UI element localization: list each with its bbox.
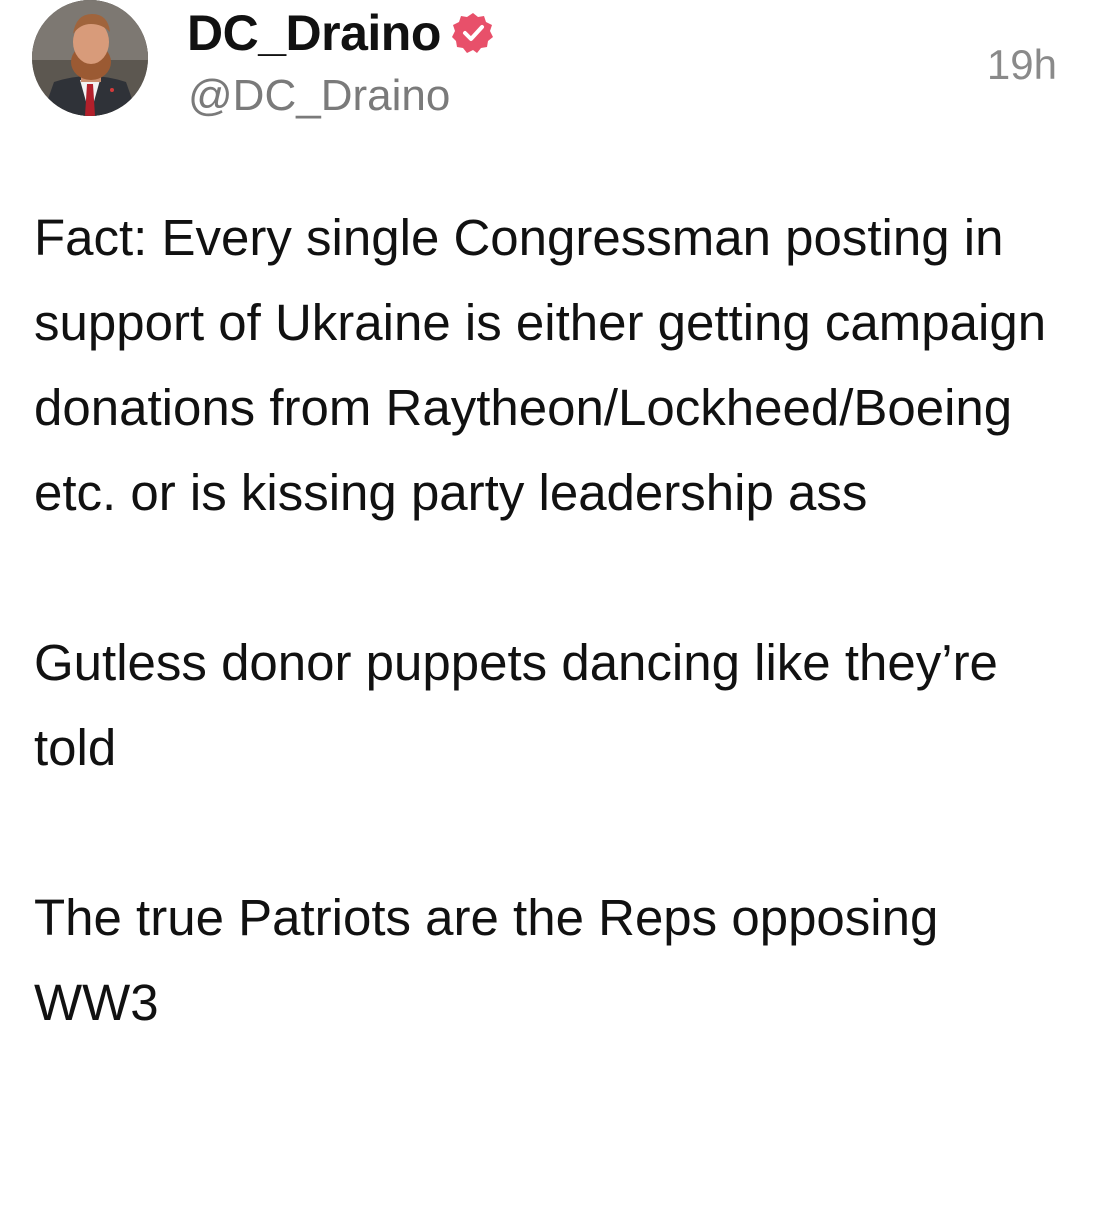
avatar-photo xyxy=(32,0,148,116)
post-paragraph: Fact: Every single Congressman posting i… xyxy=(34,209,1047,521)
post-body: Fact: Every single Congressman posting i… xyxy=(34,195,1074,1045)
author-name-row: DC_Draino xyxy=(187,2,495,64)
post-paragraph: The true Patriots are the Reps opposing … xyxy=(34,889,939,1031)
verified-badge-icon xyxy=(451,11,495,55)
display-name[interactable]: DC_Draino xyxy=(187,8,441,58)
post-card: DC_Draino @DC_Draino 19h Fact: Every sin… xyxy=(0,0,1107,1223)
post-timestamp[interactable]: 19h xyxy=(987,44,1057,86)
post-paragraph: Gutless donor puppets dancing like they’… xyxy=(34,634,998,776)
avatar[interactable] xyxy=(32,0,148,116)
author-handle[interactable]: @DC_Draino xyxy=(188,74,450,118)
